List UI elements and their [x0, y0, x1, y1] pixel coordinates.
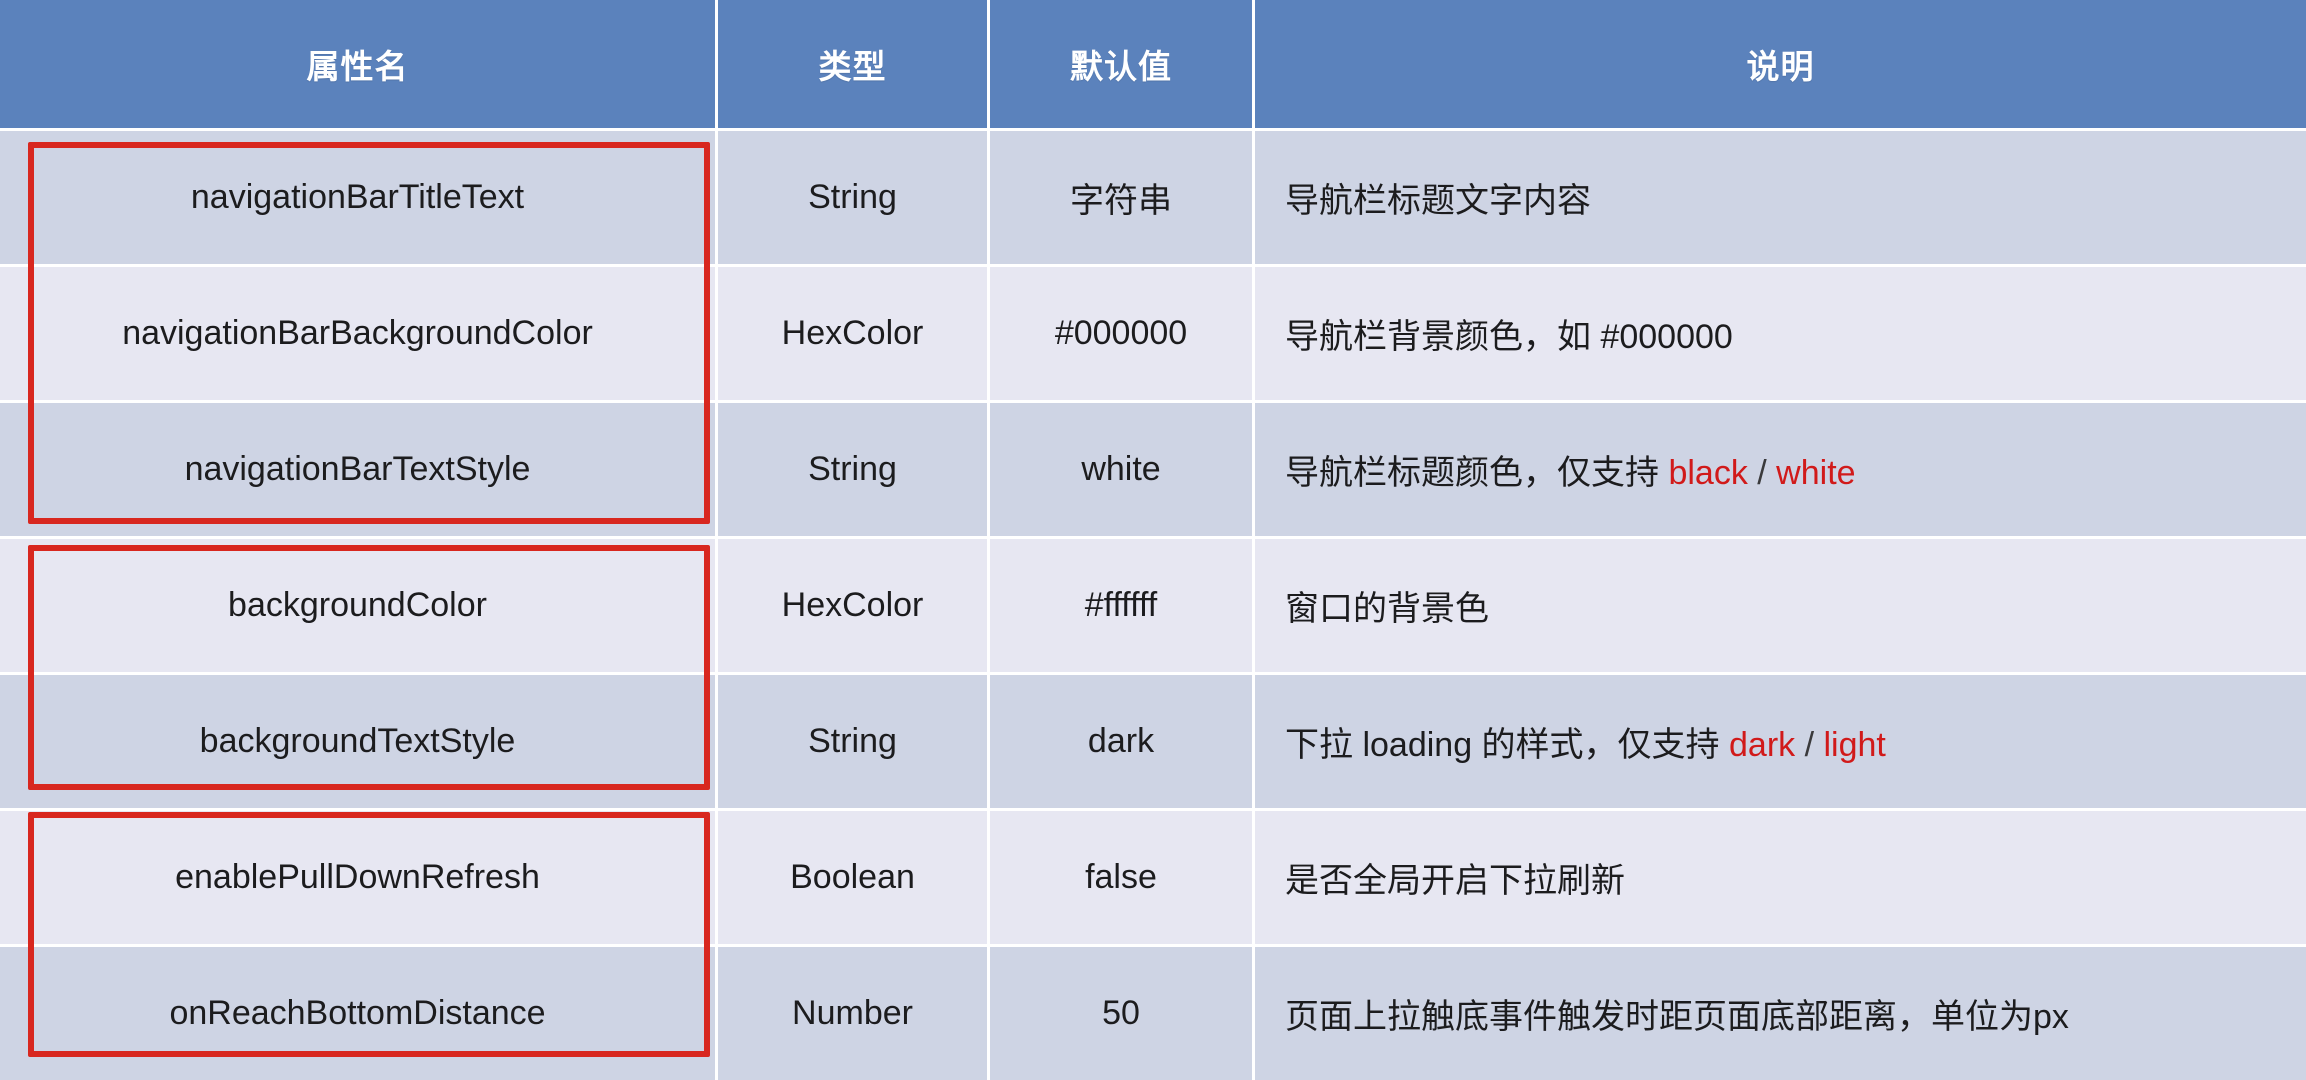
table-row: onReachBottomDistance Number 50 页面上拉触底事件…: [0, 947, 2306, 1080]
description-value-b: white: [1776, 454, 1856, 492]
cell-default-value: 字符串: [990, 131, 1255, 267]
cell-type: String: [718, 131, 990, 267]
cell-type: HexColor: [718, 267, 990, 403]
cell-description: 是否全局开启下拉刷新: [1255, 811, 2306, 947]
cell-type: Number: [718, 947, 990, 1080]
cell-type: Boolean: [718, 811, 990, 947]
description-separator: /: [1795, 726, 1824, 764]
table-row: navigationBarTextStyle String white 导航栏标…: [0, 403, 2306, 539]
table-body: navigationBarTitleText String 字符串 导航栏标题文…: [0, 131, 2306, 1080]
page-config-attributes-table: 属性名 类型 默认值 说明 navigationBarTitleText Str…: [0, 0, 2306, 1080]
cell-description: 页面上拉触底事件触发时距页面底部距离，单位为px: [1255, 947, 2306, 1080]
cell-description: 导航栏背景颜色，如 #000000: [1255, 267, 2306, 403]
description-text: 窗口的背景色: [1285, 590, 1489, 628]
cell-attribute-name: enablePullDownRefresh: [0, 811, 718, 947]
description-separator: /: [1747, 454, 1777, 492]
cell-attribute-name: navigationBarTextStyle: [0, 403, 718, 539]
description-text: 导航栏标题颜色，仅支持: [1285, 454, 1669, 492]
cell-description: 导航栏标题文字内容: [1255, 131, 2306, 267]
cell-attribute-name: backgroundColor: [0, 539, 718, 675]
cell-type: String: [718, 675, 990, 811]
table-row: backgroundColor HexColor #ffffff 窗口的背景色: [0, 539, 2306, 675]
cell-default-value: false: [990, 811, 1255, 947]
description-text: 是否全局开启下拉刷新: [1285, 862, 1625, 900]
description-value-a: black: [1668, 454, 1748, 492]
description-text: 页面上拉触底事件触发时距页面底部距离，单位为px: [1285, 998, 2069, 1036]
table-row: enablePullDownRefresh Boolean false 是否全局…: [0, 811, 2306, 947]
table-row: navigationBarTitleText String 字符串 导航栏标题文…: [0, 131, 2306, 267]
column-header-default-value: 默认值: [990, 0, 1255, 131]
cell-type: String: [718, 403, 990, 539]
description-text: 下拉 loading 的样式，仅支持: [1285, 726, 1729, 764]
column-header-description: 说明: [1255, 0, 2306, 131]
column-header-type: 类型: [718, 0, 990, 131]
description-value-a: dark: [1729, 726, 1796, 764]
cell-description: 下拉 loading 的样式，仅支持 dark / light: [1255, 675, 2306, 811]
cell-default-value: white: [990, 403, 1255, 539]
cell-default-value: 50: [990, 947, 1255, 1080]
table-header: 属性名 类型 默认值 说明: [0, 0, 2306, 131]
cell-type: HexColor: [718, 539, 990, 675]
column-header-attribute-name: 属性名: [0, 0, 718, 131]
table-header-row: 属性名 类型 默认值 说明: [0, 0, 2306, 131]
description-value-b: light: [1823, 726, 1886, 764]
cell-attribute-name: navigationBarTitleText: [0, 131, 718, 267]
description-text: 导航栏标题文字内容: [1285, 182, 1591, 220]
table-row: navigationBarBackgroundColor HexColor #0…: [0, 267, 2306, 403]
cell-default-value: dark: [990, 675, 1255, 811]
cell-attribute-name: backgroundTextStyle: [0, 675, 718, 811]
cell-attribute-name: onReachBottomDistance: [0, 947, 718, 1080]
cell-description: 窗口的背景色: [1255, 539, 2306, 675]
cell-default-value: #000000: [990, 267, 1255, 403]
cell-attribute-name: navigationBarBackgroundColor: [0, 267, 718, 403]
table-row: backgroundTextStyle String dark 下拉 loadi…: [0, 675, 2306, 811]
cell-description: 导航栏标题颜色，仅支持 black / white: [1255, 403, 2306, 539]
description-text: 导航栏背景颜色，如 #000000: [1285, 318, 1733, 356]
attributes-table-container: 属性名 类型 默认值 说明 navigationBarTitleText Str…: [0, 0, 2306, 1080]
cell-default-value: #ffffff: [990, 539, 1255, 675]
